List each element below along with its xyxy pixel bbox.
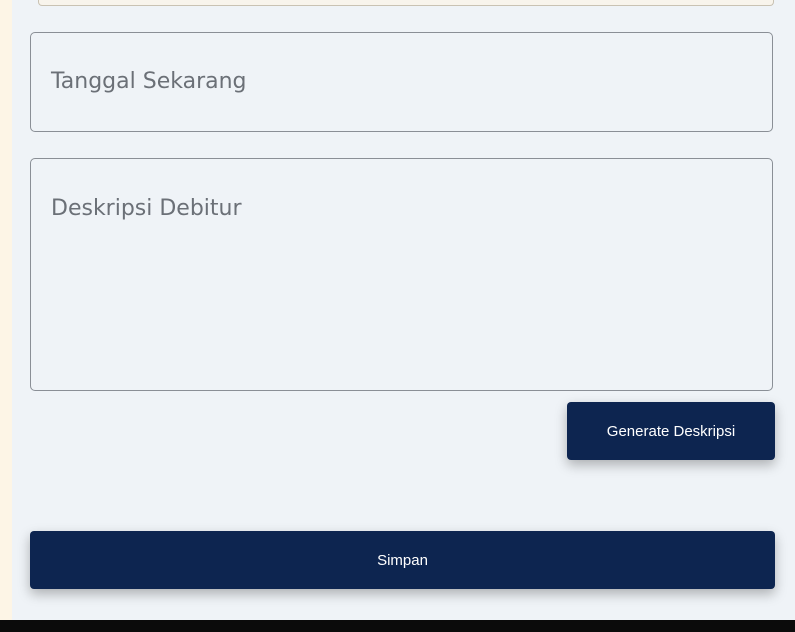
previous-field-edge — [38, 0, 774, 6]
current-date-field[interactable]: Tanggal Sekarang — [30, 32, 773, 132]
generate-description-button[interactable]: Generate Deskripsi — [567, 402, 775, 460]
bottom-bar — [0, 620, 795, 632]
debtor-description-field[interactable]: Deskripsi Debitur — [30, 158, 773, 391]
save-button[interactable]: Simpan — [30, 531, 775, 589]
